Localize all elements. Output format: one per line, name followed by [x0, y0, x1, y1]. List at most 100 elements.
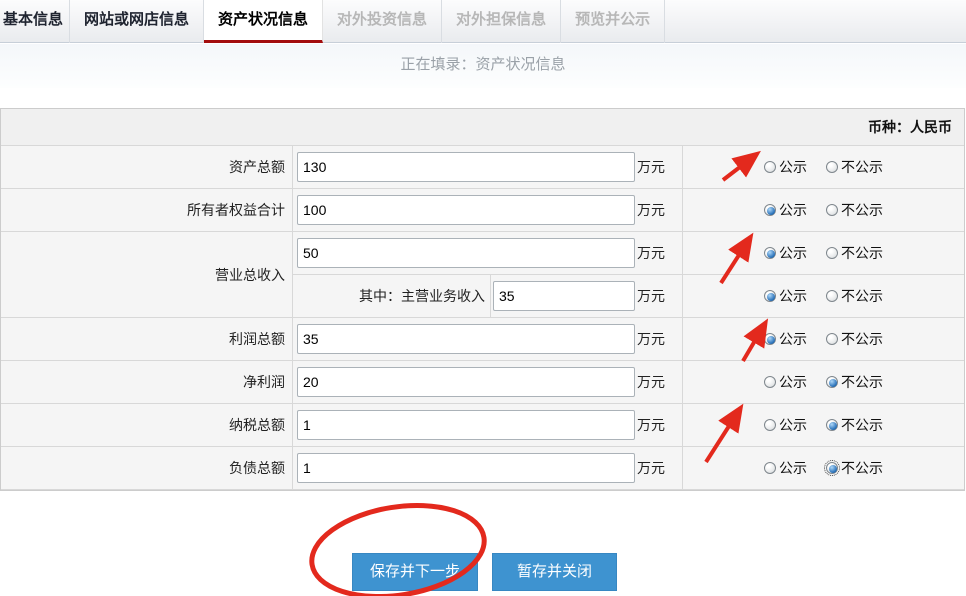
publicity-radio-group: 公示 不公示	[764, 286, 883, 306]
radio-option-public[interactable]: 公示	[764, 415, 807, 435]
unit-label: 万元	[637, 372, 665, 392]
radio-icon-private[interactable]	[826, 419, 838, 431]
radio-label-public: 公示	[779, 243, 807, 263]
row-total-liabilities: 负债总额 万元 公示 不公示	[1, 447, 964, 490]
radio-option-private[interactable]: 不公示	[826, 372, 883, 392]
net-profit-input[interactable]	[297, 367, 635, 397]
radio-label-public: 公示	[779, 372, 807, 392]
radio-option-private[interactable]: 不公示	[826, 243, 883, 263]
sub-row-label: 其中：主营业务收入	[293, 275, 491, 318]
radio-icon-public[interactable]	[764, 419, 776, 431]
row-publicity-cell: 公示 不公示	[683, 189, 964, 231]
asset-form-table: 币种：人民币 资产总额 万元 公示 不公示	[0, 108, 965, 491]
radio-icon-private[interactable]	[826, 247, 838, 259]
row-label: 净利润	[1, 361, 293, 403]
row-total-tax: 纳税总额 万元 公示 不公示	[1, 404, 964, 447]
radio-icon-public[interactable]	[764, 204, 776, 216]
unit-label: 万元	[637, 243, 665, 263]
radio-icon-private[interactable]	[826, 376, 838, 388]
status-banner: 正在填录：资产状况信息	[0, 44, 966, 88]
unit-label: 万元	[637, 157, 665, 177]
radio-option-private[interactable]: 不公示	[826, 157, 883, 177]
save-and-next-button[interactable]: 保存并下一步	[352, 553, 478, 591]
radio-option-public[interactable]: 公示	[764, 157, 807, 177]
total-profit-input[interactable]	[297, 324, 635, 354]
radio-option-public[interactable]: 公示	[764, 372, 807, 392]
row-net-profit: 净利润 万元 公示 不公示	[1, 361, 964, 404]
radio-option-private[interactable]: 不公示	[826, 200, 883, 220]
publicity-radio-group: 公示 不公示	[764, 372, 883, 392]
radio-option-public[interactable]: 公示	[764, 200, 807, 220]
radio-icon-private[interactable]	[826, 333, 838, 345]
radio-option-private[interactable]: 不公示	[826, 286, 883, 306]
row-label: 纳税总额	[1, 404, 293, 446]
radio-icon-private[interactable]	[826, 290, 838, 302]
radio-icon-private[interactable]	[826, 204, 838, 216]
row-value-cell: 万元	[293, 447, 683, 489]
tab-asset-status-info[interactable]: 资产状况信息	[204, 0, 323, 43]
unit-label: 万元	[637, 415, 665, 435]
row-value-cell: 万元	[293, 361, 683, 403]
radio-icon-public[interactable]	[764, 333, 776, 345]
radio-icon-private[interactable]	[826, 161, 838, 173]
tab-outbound-investment-info: 对外投资信息	[323, 0, 442, 43]
operating-revenue-publicity: 公示 不公示	[683, 232, 964, 275]
radio-label-private: 不公示	[841, 286, 883, 306]
main-business-income-input[interactable]	[493, 281, 635, 311]
row-publicity-cell: 公示 不公示	[683, 447, 964, 489]
radio-label-private: 不公示	[841, 329, 883, 349]
row-publicity-cell: 公示 不公示	[683, 361, 964, 403]
radio-option-public[interactable]: 公示	[764, 329, 807, 349]
tab-website-info[interactable]: 网站或网店信息	[70, 0, 204, 43]
tab-bar: 基本信息 网站或网店信息 资产状况信息 对外投资信息 对外担保信息 预览并公示	[0, 0, 966, 43]
radio-option-private[interactable]: 不公示	[826, 415, 883, 435]
radio-option-public[interactable]: 公示	[764, 458, 807, 478]
radio-label-public: 公示	[779, 329, 807, 349]
row-publicity-cell: 公示 不公示	[683, 318, 964, 360]
total-liabilities-input[interactable]	[297, 453, 635, 483]
radio-icon-public[interactable]	[764, 161, 776, 173]
row-publicity-cell: 公示 不公示	[683, 404, 964, 446]
operating-revenue-input[interactable]	[297, 238, 635, 268]
owner-equity-input[interactable]	[297, 195, 635, 225]
operating-revenue-subrow: 万元	[293, 232, 682, 275]
unit-label: 万元	[637, 200, 665, 220]
radio-icon-public[interactable]	[764, 462, 776, 474]
row-label: 资产总额	[1, 146, 293, 188]
row-label: 所有者权益合计	[1, 189, 293, 231]
total-assets-input[interactable]	[297, 152, 635, 182]
radio-icon-public[interactable]	[764, 247, 776, 259]
unit-label: 万元	[637, 329, 665, 349]
currency-header-text: 币种：人民币	[868, 117, 952, 137]
row-value-cell: 万元	[293, 146, 683, 188]
publicity-radio-group: 公示 不公示	[764, 157, 883, 177]
page: 基本信息 网站或网店信息 资产状况信息 对外投资信息 对外担保信息 预览并公示 …	[0, 0, 966, 596]
row-operating-revenue: 营业总收入 万元 其中：主营业务收入 万元 公示	[1, 232, 964, 318]
publicity-radio-group: 公示 不公示	[764, 415, 883, 435]
radio-icon-public[interactable]	[764, 376, 776, 388]
radio-label-public: 公示	[779, 458, 807, 478]
radio-icon-public[interactable]	[764, 290, 776, 302]
total-tax-input[interactable]	[297, 410, 635, 440]
row-value-cell: 万元	[293, 318, 683, 360]
radio-label-private: 不公示	[841, 157, 883, 177]
radio-option-public[interactable]: 公示	[764, 286, 807, 306]
tab-basic-info[interactable]: 基本信息	[0, 0, 70, 43]
unit-label: 万元	[637, 458, 665, 478]
radio-label-public: 公示	[779, 200, 807, 220]
row-total-assets: 资产总额 万元 公示 不公示	[1, 146, 964, 189]
radio-label-public: 公示	[779, 286, 807, 306]
radio-label-private: 不公示	[841, 415, 883, 435]
row-label: 负债总额	[1, 447, 293, 489]
radio-option-private[interactable]: 不公示	[826, 329, 883, 349]
temp-save-and-close-button[interactable]: 暂存并关闭	[492, 553, 617, 591]
publicity-radio-group: 公示 不公示	[764, 329, 883, 349]
radio-option-public[interactable]: 公示	[764, 243, 807, 263]
tab-preview-publish: 预览并公示	[561, 0, 665, 43]
radio-label-public: 公示	[779, 157, 807, 177]
radio-option-private[interactable]: 不公示	[826, 458, 883, 478]
radio-icon-private[interactable]	[826, 462, 838, 474]
radio-label-private: 不公示	[841, 243, 883, 263]
publicity-radio-group: 公示 不公示	[764, 200, 883, 220]
radio-label-private: 不公示	[841, 200, 883, 220]
